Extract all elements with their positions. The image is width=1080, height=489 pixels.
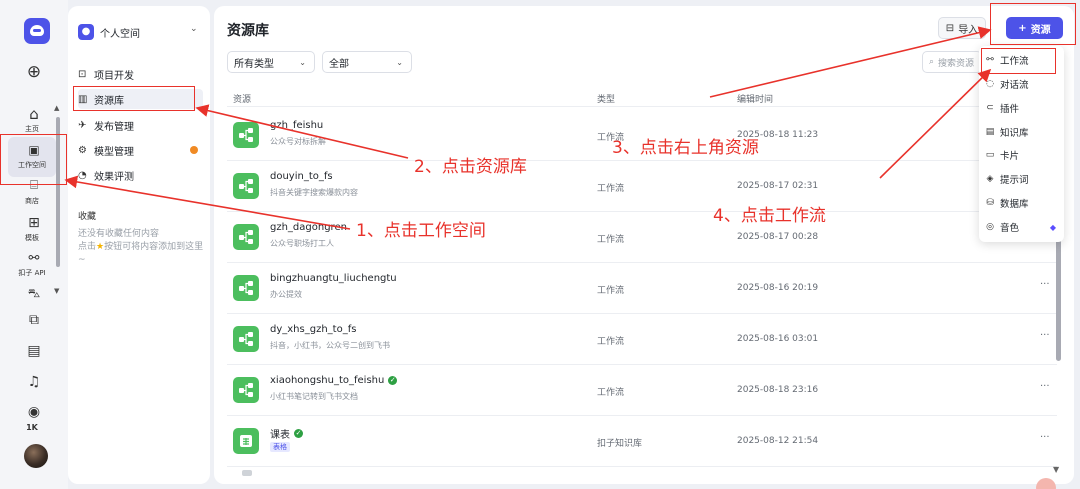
arrow-step3 — [709, 26, 992, 98]
annotation-step2: 2、点击资源库 — [414, 157, 527, 177]
arrow-step1 — [64, 175, 351, 230]
annotation-step4: 4、点击工作流 — [713, 206, 826, 226]
arrow-step2 — [195, 104, 409, 159]
arrow-step4 — [879, 68, 992, 179]
annotation-step3: 3、点击右上角资源 — [612, 138, 759, 158]
annotation-arrows — [64, 26, 992, 230]
annotation-step1: 1、点击工作空间 — [356, 221, 486, 241]
